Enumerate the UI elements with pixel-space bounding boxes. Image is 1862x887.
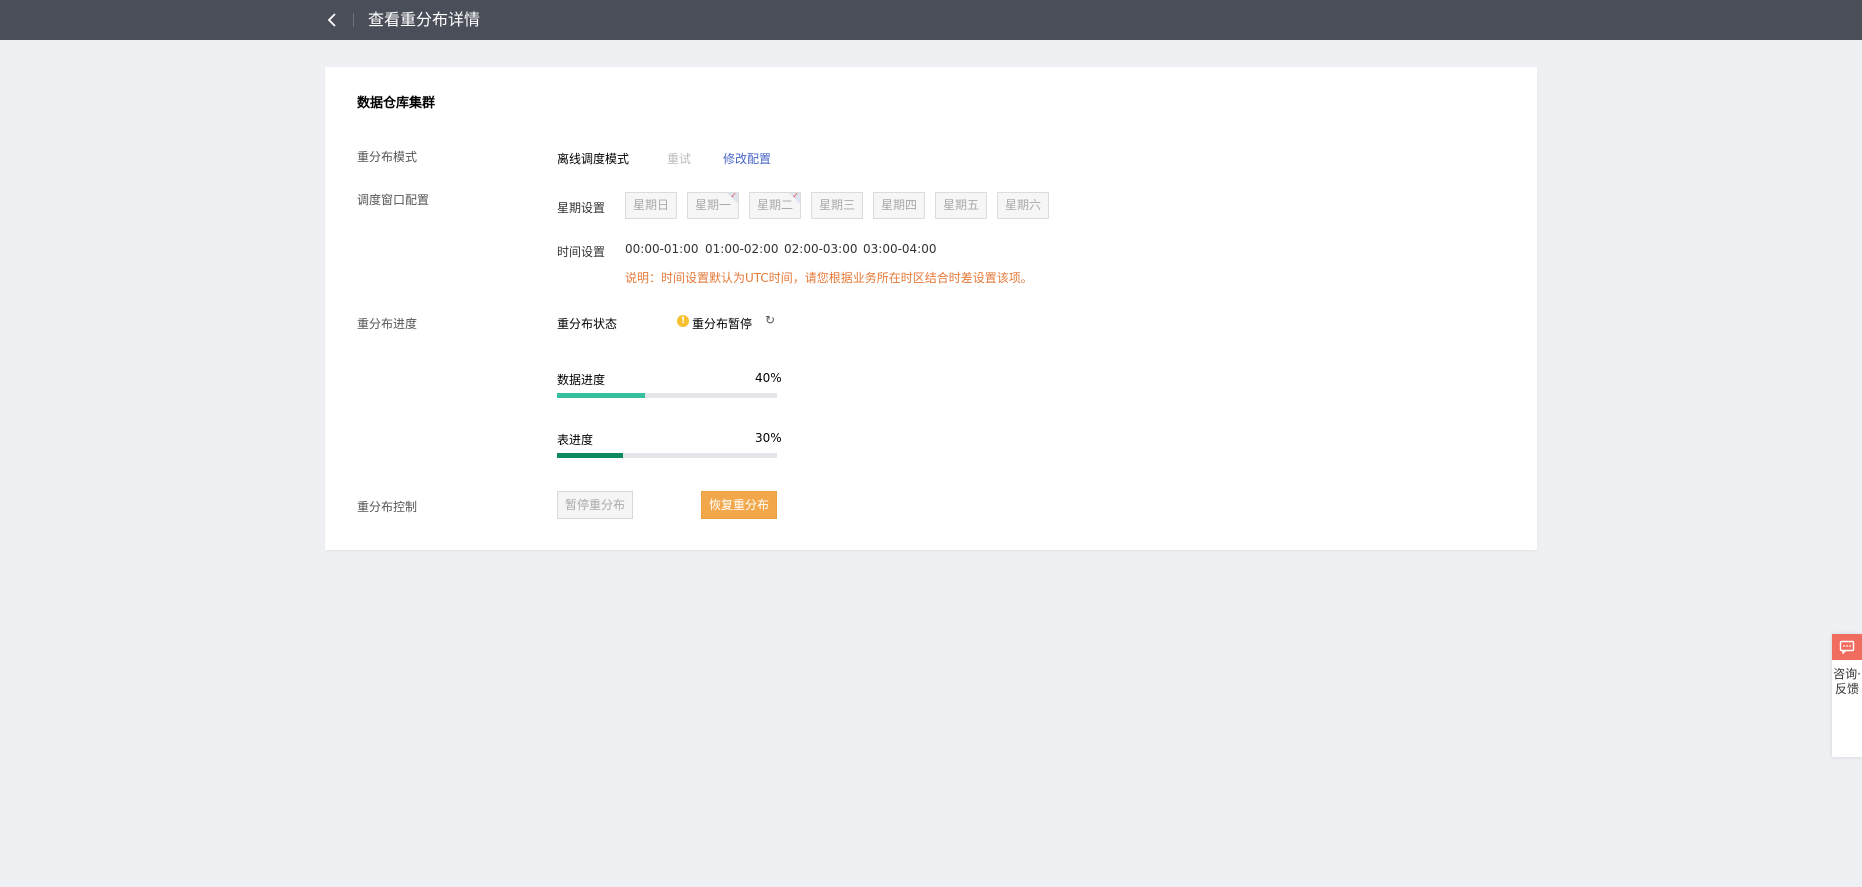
window-label: 调度窗口配置 — [357, 193, 430, 207]
day-chip-label: 星期一 — [694, 198, 731, 212]
refresh-icon[interactable]: ↻ — [765, 313, 775, 327]
edit-config-link[interactable]: 修改配置 — [723, 150, 771, 167]
day-chip-label: 星期三 — [818, 198, 855, 212]
data-progress-label: 数据进度 — [557, 373, 606, 387]
check-icon: ✓ — [730, 192, 737, 200]
day-chip-label: 星期六 — [1004, 198, 1041, 212]
top-bar: 查看重分布详情 — [0, 0, 1862, 40]
day-chip-label: 星期日 — [632, 198, 669, 212]
feedback-label: 咨询·反馈 — [1833, 667, 1861, 696]
time-slot: 01:00-02:00 — [705, 242, 779, 256]
status-value: 重分布暂停 — [692, 317, 753, 331]
status-label: 重分布状态 — [557, 317, 618, 331]
day-chip-tuesday[interactable]: 星期二 ✓ — [749, 192, 801, 219]
feedback-widget[interactable]: 咨询·反馈 — [1832, 634, 1862, 757]
detail-card: 数据仓库集群 重分布模式 离线调度模式 重试 修改配置 调度窗口配置 星期设置 … — [325, 67, 1537, 550]
day-chip-saturday[interactable]: 星期六 — [997, 192, 1049, 219]
time-slot: 02:00-03:00 — [784, 242, 858, 256]
back-button[interactable] — [322, 9, 344, 31]
day-chip-thursday[interactable]: 星期四 — [873, 192, 925, 219]
table-progress-fill — [557, 453, 623, 458]
section-title: 数据仓库集群 — [357, 96, 436, 111]
time-label: 时间设置 — [557, 245, 606, 259]
day-chip-friday[interactable]: 星期五 — [935, 192, 987, 219]
weekday-label: 星期设置 — [557, 201, 606, 215]
timezone-note: 说明：时间设置默认为UTC时间，请您根据业务所在时区结合时差设置该项。 — [625, 271, 1033, 285]
time-slot: 03:00-04:00 — [863, 242, 937, 256]
retry-link[interactable]: 重试 — [667, 150, 691, 167]
table-progress-label: 表进度 — [557, 433, 594, 447]
time-slot: 00:00-01:00 — [625, 242, 699, 256]
chat-icon — [1839, 640, 1855, 654]
day-chip-wednesday[interactable]: 星期三 — [811, 192, 863, 219]
feedback-header — [1832, 634, 1862, 660]
progress-label: 重分布进度 — [357, 317, 418, 331]
check-icon: ✓ — [792, 192, 799, 200]
page-title: 查看重分布详情 — [368, 10, 481, 29]
pause-redistribution-button[interactable]: 暂停重分布 — [557, 491, 634, 519]
resume-redistribution-button[interactable]: 恢复重分布 — [701, 491, 778, 519]
day-chip-label: 星期五 — [942, 198, 979, 212]
data-progress-bar — [557, 393, 777, 398]
day-chip-label: 星期二 — [756, 198, 793, 212]
data-progress-percent: 40% — [755, 371, 782, 385]
day-chip-monday[interactable]: 星期一 ✓ — [687, 192, 739, 219]
data-progress-fill — [557, 393, 645, 398]
control-label: 重分布控制 — [357, 500, 418, 514]
day-chip-sunday[interactable]: 星期日 — [625, 192, 677, 219]
chevron-left-icon — [327, 13, 336, 27]
header-divider — [353, 13, 354, 27]
table-progress-percent: 30% — [755, 431, 782, 445]
table-progress-bar — [557, 453, 777, 458]
mode-value: 离线调度模式 — [557, 152, 630, 166]
day-chip-label: 星期四 — [880, 198, 917, 212]
warning-icon: ! — [677, 315, 689, 327]
mode-label: 重分布模式 — [357, 150, 418, 164]
